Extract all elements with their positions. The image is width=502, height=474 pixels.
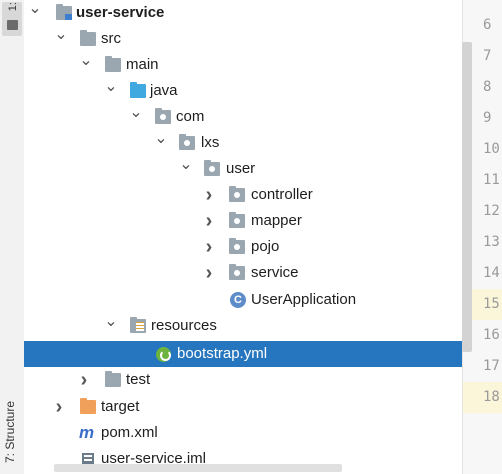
tree-row-target[interactable]: target <box>24 394 462 420</box>
tree-row-pojo[interactable]: pojo <box>24 234 462 260</box>
module-folder-icon <box>56 4 72 20</box>
resources-folder-icon <box>130 317 146 333</box>
horizontal-scrollbar[interactable] <box>54 464 342 472</box>
line-number: 17 <box>483 358 500 374</box>
tree-label: controller <box>251 186 313 203</box>
chevron-down-icon[interactable] <box>28 0 42 26</box>
tree-row-userapplication[interactable]: UserApplication <box>24 287 462 313</box>
package-icon <box>204 160 220 176</box>
tree-row-lxs[interactable]: lxs <box>24 130 462 156</box>
line-number-highlighted: 18 <box>463 382 502 413</box>
tree-row-resources[interactable]: resources <box>24 313 462 339</box>
chevron-right-icon[interactable] <box>202 260 216 286</box>
project-tool-tab[interactable]: 1: <box>2 2 22 36</box>
package-icon <box>229 186 245 202</box>
tree-row-main[interactable]: main <box>24 52 462 78</box>
tree-row-pom-xml[interactable]: m pom.xml <box>24 420 462 446</box>
package-icon <box>155 108 171 124</box>
tree-label: user <box>226 160 256 177</box>
chevron-right-icon[interactable] <box>202 234 216 260</box>
spring-leaf-icon <box>156 347 171 362</box>
tree-label: main <box>126 56 159 73</box>
project-tool-tab-label: 1: <box>7 2 19 12</box>
chevron-down-icon[interactable] <box>54 26 68 52</box>
tree-row-user-service[interactable]: user-service <box>24 0 462 26</box>
line-number: 6 <box>483 17 492 33</box>
tree-label: lxs <box>201 134 220 151</box>
tree-row-controller[interactable]: controller <box>24 182 462 208</box>
package-icon <box>229 212 245 228</box>
tree-row-test[interactable]: test <box>24 367 462 393</box>
tree-label: UserApplication <box>251 291 357 308</box>
tree-label: mapper <box>251 212 302 229</box>
maven-icon: m <box>79 423 95 442</box>
package-icon <box>179 134 195 150</box>
tree-row-com[interactable]: com <box>24 104 462 130</box>
chevron-down-icon[interactable] <box>79 52 93 78</box>
tree-row-service[interactable]: service <box>24 260 462 286</box>
spring-boot-class-icon <box>230 287 246 313</box>
project-tree: user-service src main java com lxs user … <box>24 0 462 474</box>
chevron-down-icon[interactable] <box>154 130 168 156</box>
chevron-down-icon[interactable] <box>129 104 143 130</box>
project-folder-icon <box>7 20 18 30</box>
chevron-right-icon[interactable] <box>202 182 216 208</box>
tree-row-mapper[interactable]: mapper <box>24 208 462 234</box>
chevron-right-icon[interactable] <box>202 208 216 234</box>
package-icon <box>229 264 245 280</box>
folder-icon <box>80 30 96 46</box>
package-icon <box>229 238 245 254</box>
tree-label: java <box>150 82 178 99</box>
excluded-folder-icon <box>80 398 96 414</box>
tree-row-java[interactable]: java <box>24 78 462 104</box>
structure-tool-tab[interactable]: 7: Structure <box>3 390 21 474</box>
source-folder-icon <box>130 82 146 98</box>
tree-label: user-service <box>76 4 165 21</box>
tree-label: test <box>126 371 151 388</box>
chevron-right-icon[interactable] <box>52 394 66 420</box>
chevron-down-icon[interactable] <box>179 156 193 182</box>
chevron-right-icon[interactable] <box>77 367 91 393</box>
chevron-down-icon[interactable] <box>104 78 118 104</box>
tree-label: com <box>176 108 205 125</box>
chevron-down-icon[interactable] <box>104 313 118 339</box>
folder-icon <box>105 371 121 387</box>
tree-row-bootstrap-yml[interactable]: bootstrap.yml <box>24 341 462 367</box>
tree-label: pojo <box>251 238 280 255</box>
tree-label: target <box>101 398 140 415</box>
tree-label: service <box>251 264 299 281</box>
tree-label: src <box>101 30 121 47</box>
tree-label: resources <box>151 317 217 334</box>
folder-icon <box>105 56 121 72</box>
tool-window-strip: 1: 7: Structure <box>0 0 25 474</box>
vertical-scrollbar[interactable] <box>462 42 472 352</box>
tree-label: bootstrap.yml <box>177 345 268 362</box>
tree-label: pom.xml <box>101 424 158 441</box>
tree-row-user[interactable]: user <box>24 156 462 182</box>
